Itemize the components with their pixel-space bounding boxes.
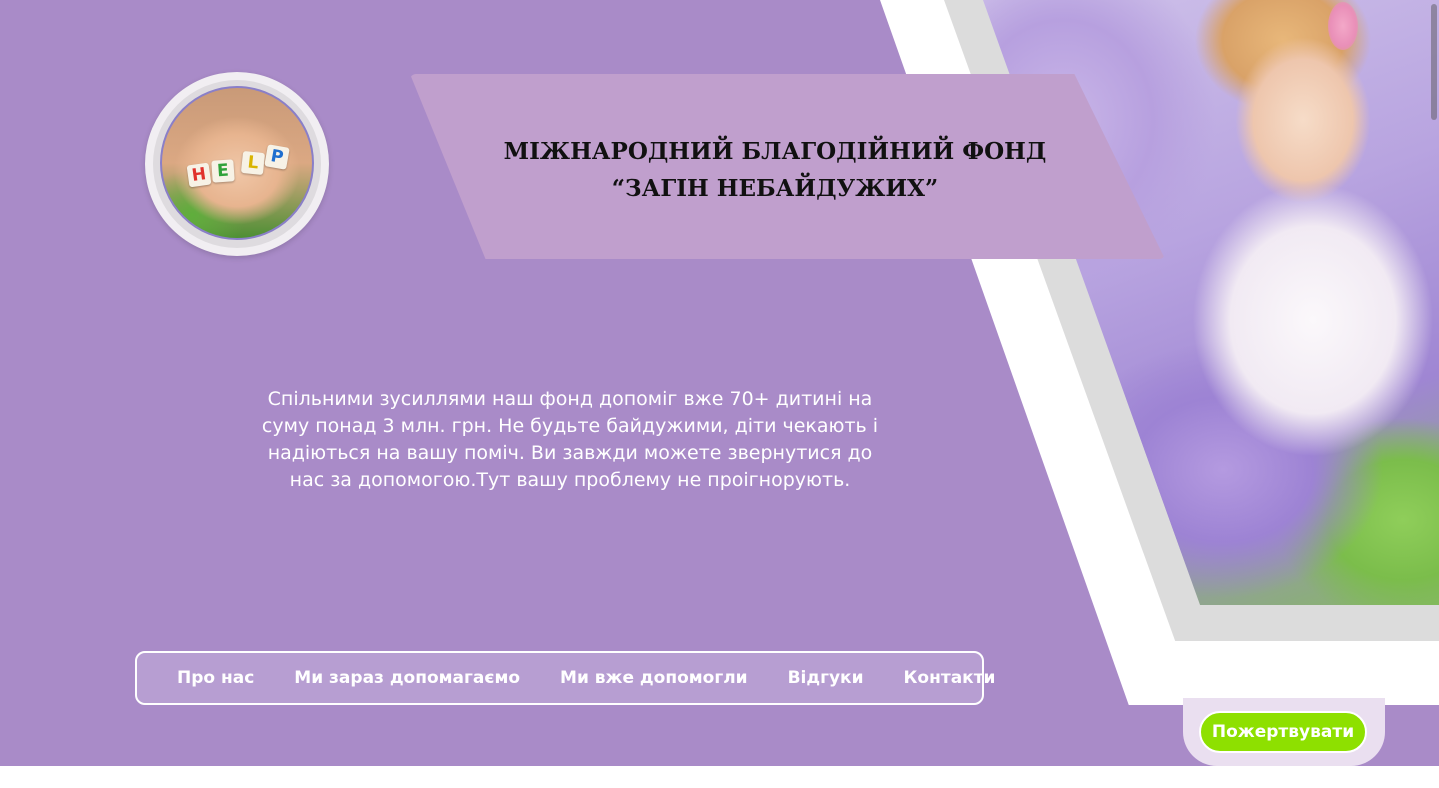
hero-section: H E L P МІЖНАРОДНИЙ БЛАГОДІЙНИЙ ФОНД “ЗА…	[0, 0, 1439, 766]
help-blocks-hands-icon[interactable]: H E L P	[160, 86, 314, 240]
page-title-line1: МІЖНАРОДНИЙ БЛАГОДІЙНИЙ ФОНД	[503, 138, 1047, 165]
donate-button[interactable]: Пожертвувати	[1199, 711, 1367, 753]
nav-item-about[interactable]: Про нас	[177, 668, 254, 688]
logo-block-p: P	[264, 144, 290, 170]
logo-block-l: L	[240, 150, 266, 176]
logo-block-e: E	[211, 159, 235, 183]
page-title-line2: “ЗАГІН НЕБАЙДУЖИХ”	[611, 175, 939, 202]
hero-description: Спільними зусиллями наш фонд допоміг вже…	[261, 388, 879, 491]
nav-item-reviews[interactable]: Відгуки	[788, 668, 864, 688]
page-below-hero	[0, 766, 1439, 788]
nav-item-helping-now[interactable]: Ми зараз допомагаємо	[294, 668, 520, 688]
logo-block-h: H	[186, 162, 212, 188]
main-nav: Про нас Ми зараз допомагаємо Ми вже допо…	[135, 651, 995, 705]
pink-bow-icon	[1328, 2, 1358, 50]
page-title: МІЖНАРОДНИЙ БЛАГОДІЙНИЙ ФОНД “ЗАГІН НЕБА…	[480, 133, 1070, 207]
page-scrollbar[interactable]	[1431, 4, 1437, 120]
nav-item-already-helped[interactable]: Ми вже допомогли	[560, 668, 748, 688]
nav-item-contacts[interactable]: Контакти	[904, 668, 996, 688]
